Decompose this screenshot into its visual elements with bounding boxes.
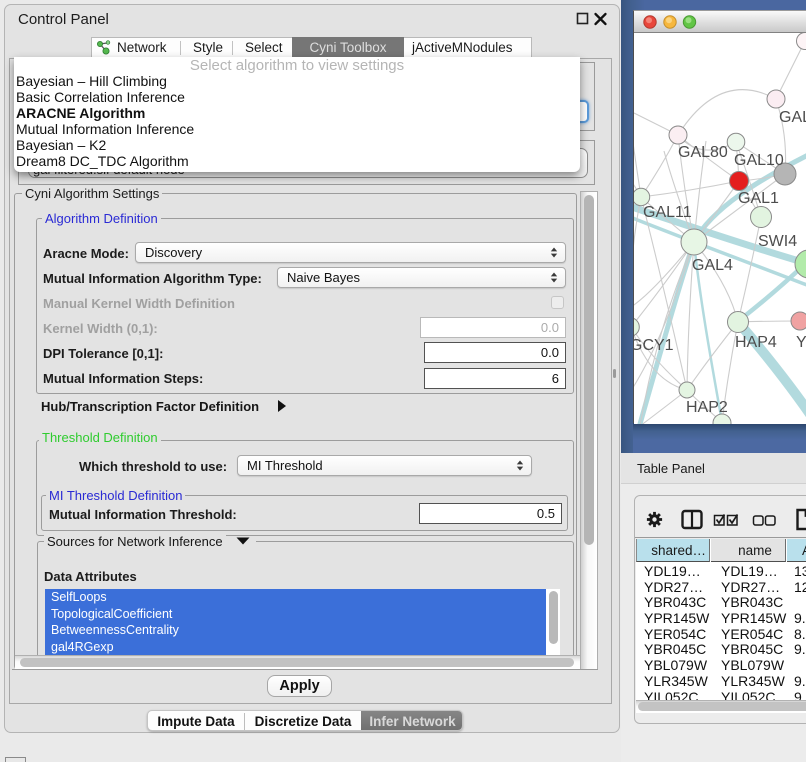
svg-text:SWI4: SWI4 bbox=[758, 233, 797, 250]
svg-text:GAL10: GAL10 bbox=[734, 152, 784, 169]
svg-text:GAL1: GAL1 bbox=[738, 190, 779, 207]
svg-text:YE: YE bbox=[796, 334, 806, 351]
svg-text:HAP4: HAP4 bbox=[735, 334, 777, 351]
svg-text:HAP2: HAP2 bbox=[686, 399, 728, 416]
svg-text:GAL11: GAL11 bbox=[643, 204, 692, 221]
svg-text:GAL4: GAL4 bbox=[692, 257, 733, 274]
svg-text:GCY1: GCY1 bbox=[634, 337, 674, 354]
svg-text:GAL7: GAL7 bbox=[779, 109, 806, 126]
svg-text:GAL80: GAL80 bbox=[678, 144, 728, 161]
